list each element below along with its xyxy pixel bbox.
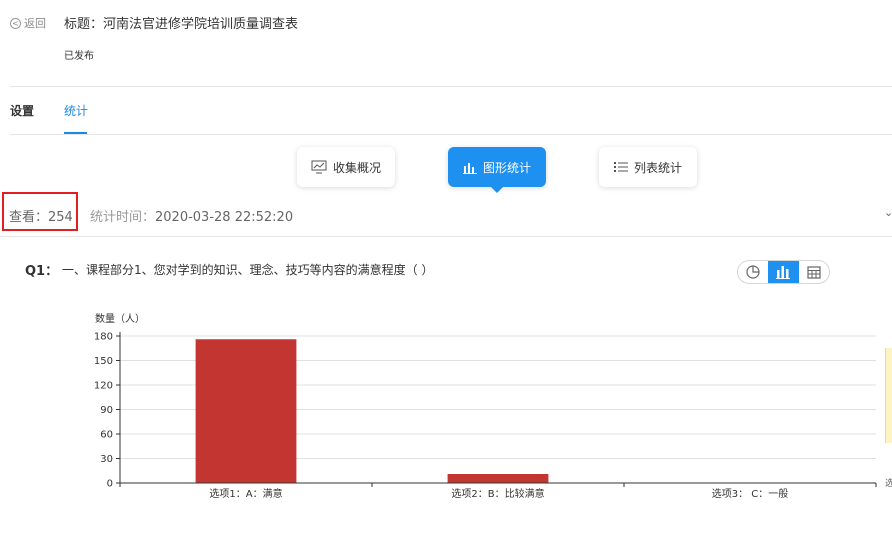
y-tick-label: 30 [100, 454, 113, 465]
y-tick-label: 180 [94, 332, 113, 343]
chart-x-labels: 选项1：A：满意 选项2：B：比较满意 选项3： C：一般 [209, 487, 788, 500]
y-tick-label: 0 [107, 479, 113, 490]
y-tick-label: 60 [100, 430, 113, 441]
bar [195, 339, 297, 483]
y-axis-label: 数量（人） [95, 312, 145, 325]
bar [447, 474, 549, 483]
y-tick-label: 150 [94, 356, 113, 367]
x-tick-label: 选项2：B：比较满意 [451, 487, 544, 500]
edge-clipped-text: 选 [885, 479, 892, 489]
bar-chart: 数量（人） 0 30 60 90 120 150 180 选项1：A：满意 选项2：B：比较满… [94, 312, 877, 500]
x-tick-label: 选项1：A：满意 [209, 487, 282, 500]
x-tick-label: 选项3： C：一般 [712, 487, 789, 500]
feedback-side-tab[interactable] [885, 348, 892, 443]
y-tick-label: 90 [100, 405, 113, 416]
y-tick-label: 120 [94, 381, 113, 392]
